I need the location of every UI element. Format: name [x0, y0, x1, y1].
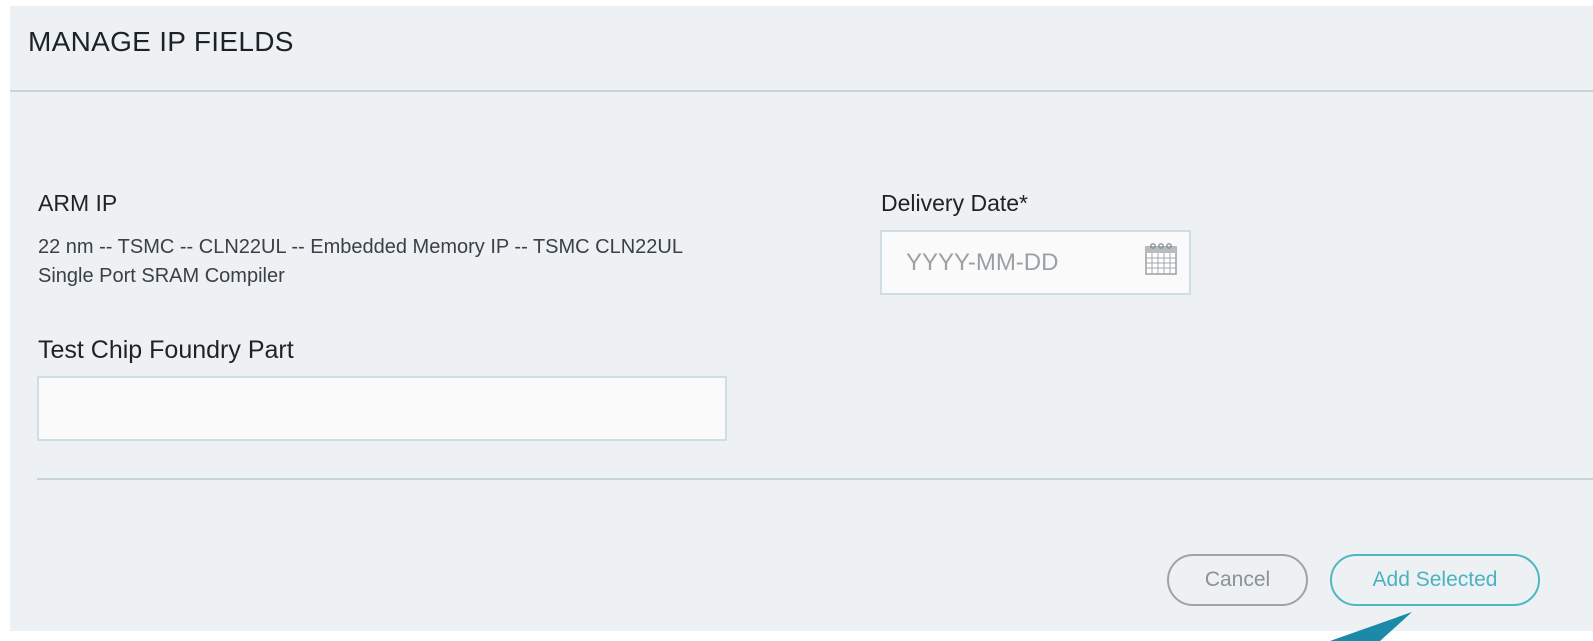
footer-divider	[37, 478, 1593, 480]
delivery-date-field	[880, 230, 1191, 295]
delivery-date-label: Delivery Date*	[881, 190, 1028, 216]
add-selected-button[interactable]: Add Selected	[1330, 554, 1540, 606]
modal-title: MANAGE IP FIELDS	[28, 26, 294, 57]
arm-ip-label: ARM IP	[38, 190, 118, 216]
modal-header: MANAGE IP FIELDS	[10, 6, 1593, 92]
arm-ip-description: 22 nm -- TSMC -- CLN22UL -- Embedded Mem…	[38, 236, 683, 287]
cancel-button[interactable]: Cancel	[1167, 554, 1308, 606]
manage-ip-fields-modal: MANAGE IP FIELDS ARM IP 22 nm -- TSMC --…	[10, 6, 1593, 631]
calendar-icon[interactable]	[1143, 240, 1179, 276]
test-chip-foundry-part-input[interactable]	[37, 376, 727, 441]
test-chip-foundry-part-label: Test Chip Foundry Part	[38, 336, 294, 364]
